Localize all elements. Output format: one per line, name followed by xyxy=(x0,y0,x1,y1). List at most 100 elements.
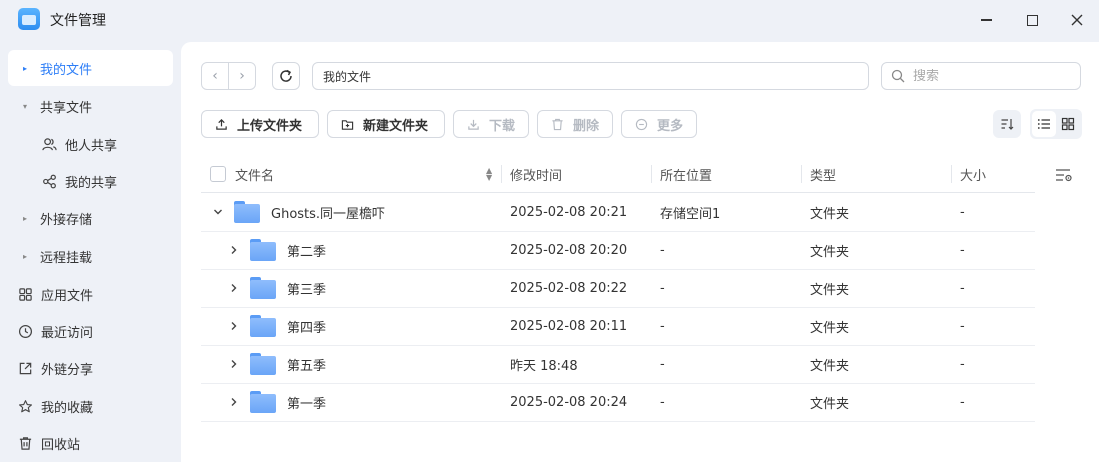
upload-icon xyxy=(214,117,228,131)
file-size: - xyxy=(960,319,965,334)
refresh-icon xyxy=(280,69,292,82)
chevron-right-icon[interactable] xyxy=(227,357,241,371)
sidebar-item-my-files[interactable]: ▸ 我的文件 xyxy=(8,50,173,86)
sidebar-item-my-shares[interactable]: 我的共享 xyxy=(8,163,173,199)
maximize-button[interactable] xyxy=(1018,8,1046,32)
file-type: 文件夹 xyxy=(810,283,850,298)
location: - xyxy=(660,281,665,296)
location: - xyxy=(660,319,665,334)
column-header-modified[interactable]: 修改时间 xyxy=(510,156,562,192)
chevron-right-icon[interactable] xyxy=(227,281,241,295)
caret-right-icon: ▸ xyxy=(22,213,27,223)
sidebar-item-label: 远程挂载 xyxy=(40,250,93,266)
table-row[interactable]: 第五季 昨天 18:48 - 文件夹 - xyxy=(201,346,1035,384)
table-row[interactable]: 第三季 2025-02-08 20:22 - 文件夹 - xyxy=(201,270,1035,308)
column-header-name[interactable]: 文件名 xyxy=(235,156,274,192)
table-row[interactable]: 第二季 2025-02-08 20:20 - 文件夹 - xyxy=(201,232,1035,270)
close-button[interactable] xyxy=(1063,8,1091,32)
sidebar-item-external-share[interactable]: 外链分享 xyxy=(8,350,173,386)
grid-view-icon xyxy=(1061,117,1075,131)
sort-button[interactable] xyxy=(993,110,1021,138)
path-segment[interactable]: 我的文件 xyxy=(323,68,371,85)
file-size: - xyxy=(960,395,965,410)
select-all-checkbox[interactable] xyxy=(210,166,226,182)
sort-arrows-icon[interactable]: ▲ ▼ xyxy=(486,167,492,182)
file-name: 第四季 xyxy=(287,321,327,336)
modified-time: 2025-02-08 20:22 xyxy=(510,281,628,296)
table-row[interactable]: 第一季 2025-02-08 20:24 - 文件夹 - xyxy=(201,384,1035,422)
sidebar-item-app-files[interactable]: 应用文件 xyxy=(8,276,173,312)
sidebar-item-remote-mount[interactable]: ▸ 远程挂载 xyxy=(8,238,173,274)
sidebar-item-label: 我的共享 xyxy=(65,175,118,191)
chevron-right-icon: › xyxy=(239,68,245,84)
sidebar-item-label: 共享文件 xyxy=(40,100,93,116)
grid-view-button[interactable] xyxy=(1056,111,1080,137)
file-size: - xyxy=(960,281,965,296)
caret-right-icon: ▸ xyxy=(22,63,27,73)
chevron-left-icon: ‹ xyxy=(212,68,218,84)
caret-down-icon: ▾ xyxy=(22,101,27,111)
table-row[interactable]: 第四季 2025-02-08 20:11 - 文件夹 - xyxy=(201,308,1035,346)
column-header-size[interactable]: 大小 xyxy=(960,156,986,192)
view-toggle xyxy=(1030,109,1082,139)
sidebar-item-favorites[interactable]: 我的收藏 xyxy=(8,388,173,424)
sidebar-item-label: 最近访问 xyxy=(41,325,94,341)
path-bar[interactable]: 我的文件 xyxy=(312,62,869,90)
chevron-right-icon[interactable] xyxy=(227,395,241,409)
search-input[interactable] xyxy=(913,68,1063,84)
file-name: 第三季 xyxy=(287,283,327,298)
forward-button[interactable]: › xyxy=(229,63,255,89)
file-type: 文件夹 xyxy=(810,245,850,260)
upload-folder-button[interactable]: 上传文件夹 xyxy=(201,110,319,138)
search-box[interactable] xyxy=(881,62,1081,90)
sidebar-item-recycle-bin[interactable]: 回收站 xyxy=(8,425,173,461)
sidebar-item-others-shared[interactable]: 他人共享 xyxy=(8,126,173,162)
more-label: 更多 xyxy=(657,118,684,134)
maximize-icon xyxy=(1026,14,1038,26)
file-size: - xyxy=(960,243,965,258)
folder-icon xyxy=(250,315,276,337)
chevron-right-icon[interactable] xyxy=(227,243,241,257)
more-button[interactable]: 更多 xyxy=(621,110,697,138)
chevron-right-icon[interactable] xyxy=(227,319,241,333)
download-label: 下载 xyxy=(489,118,516,134)
location: - xyxy=(660,395,665,410)
refresh-button[interactable] xyxy=(272,62,300,90)
back-button[interactable]: ‹ xyxy=(202,63,229,89)
file-name: 第二季 xyxy=(287,245,327,260)
new-folder-button[interactable]: 新建文件夹 xyxy=(327,110,445,138)
trash-icon xyxy=(17,435,33,451)
sidebar-item-recent[interactable]: 最近访问 xyxy=(8,313,173,349)
list-view-button[interactable] xyxy=(1032,111,1056,137)
file-type: 文件夹 xyxy=(810,359,850,374)
chevron-down-icon[interactable] xyxy=(211,205,225,219)
external-link-icon xyxy=(17,360,33,376)
folder-icon xyxy=(250,391,276,413)
folder-icon xyxy=(234,201,260,223)
minimize-icon xyxy=(980,19,992,21)
column-header-location[interactable]: 所在位置 xyxy=(660,156,712,192)
sidebar-item-external-storage[interactable]: ▸ 外接存储 xyxy=(8,200,173,236)
sidebar-item-label: 我的收藏 xyxy=(41,400,94,416)
file-type: 文件夹 xyxy=(810,397,850,412)
delete-label: 删除 xyxy=(573,118,600,134)
sidebar-item-shared-files[interactable]: ▾ 共享文件 xyxy=(8,88,173,124)
column-header-type[interactable]: 类型 xyxy=(810,156,836,192)
column-settings-icon[interactable] xyxy=(1055,168,1073,182)
minimize-button[interactable] xyxy=(972,8,1000,32)
modified-time: 2025-02-08 20:24 xyxy=(510,395,628,410)
table-row[interactable]: Ghosts.同一屋檐吓 2025-02-08 20:21 存储空间1 文件夹 … xyxy=(201,194,1035,232)
title-bar: 文件管理 xyxy=(0,0,1099,42)
modified-time: 2025-02-08 20:11 xyxy=(510,319,628,334)
folder-icon xyxy=(250,353,276,375)
star-icon xyxy=(17,398,33,414)
file-name: 第五季 xyxy=(287,359,327,374)
app-folder-icon xyxy=(18,8,40,30)
sort-icon xyxy=(1001,119,1014,130)
history-nav: ‹ › xyxy=(201,62,256,90)
column-divider xyxy=(501,165,502,183)
download-button[interactable]: 下载 xyxy=(453,110,529,138)
sidebar-item-label: 我的文件 xyxy=(40,62,93,78)
file-type: 文件夹 xyxy=(810,321,850,336)
delete-button[interactable]: 删除 xyxy=(537,110,613,138)
